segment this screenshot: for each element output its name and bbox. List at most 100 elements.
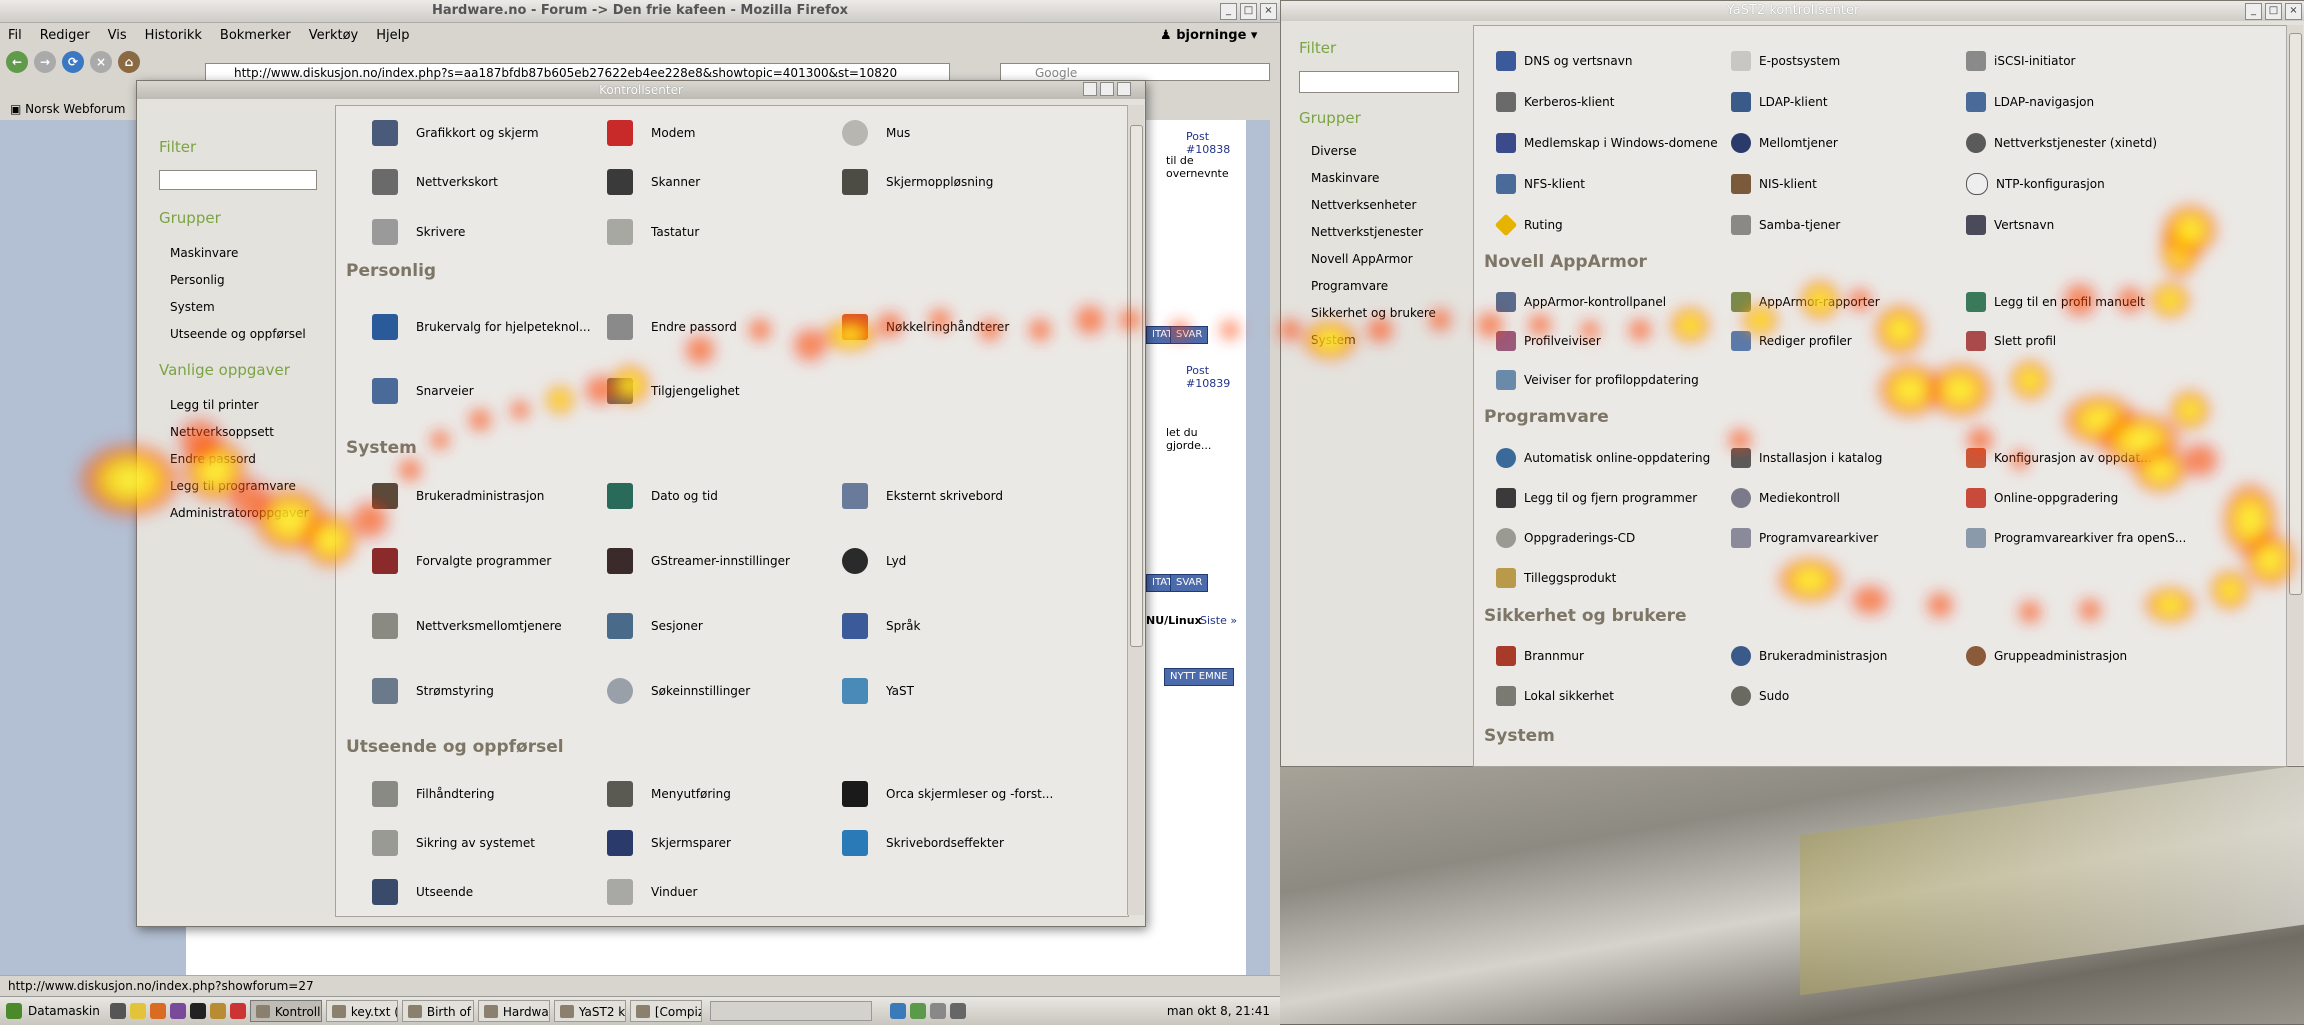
item-keyring[interactable]: Nøkkelringhåndterer (842, 313, 1009, 341)
back-icon[interactable]: ← (6, 51, 28, 73)
yast-group-programvare[interactable]: Programvare (1311, 279, 1388, 293)
task-add-printer[interactable]: Legg til printer (170, 398, 259, 412)
item-change-password[interactable]: Endre passord (607, 313, 737, 341)
minimize-button[interactable]: _ (2245, 3, 2262, 20)
yast-group-diverse[interactable]: Diverse (1311, 144, 1357, 158)
yast-item-hostname[interactable]: Vertsnavn (1966, 213, 2054, 237)
scrollbar-thumb[interactable] (2289, 33, 2302, 595)
maximize-button[interactable]: □ (2265, 3, 2282, 20)
item-accessibility[interactable]: Tilgjengelighet (607, 377, 740, 405)
item-screensaver[interactable]: Skjermsparer (607, 829, 731, 857)
item-date-time[interactable]: Dato og tid (607, 482, 718, 510)
reply-button-2[interactable]: SVAR (1170, 574, 1209, 592)
yast-item-profile-update[interactable]: Veiviser for profiloppdatering (1496, 368, 1699, 392)
item-search-settings[interactable]: Søkeinnstillinger (607, 677, 750, 705)
item-appearance[interactable]: Utseende (372, 878, 473, 906)
yast-item-opensuse-repos[interactable]: Programvarearkiver fra openS... (1966, 526, 2186, 550)
yast-item-sudo[interactable]: Sudo (1731, 684, 1789, 708)
kontrollsenter-scrollbar[interactable] (1127, 105, 1144, 915)
yast-item-iscsi[interactable]: iSCSI-initiator (1966, 49, 2075, 73)
maximize-button[interactable] (1100, 82, 1114, 96)
yast-group-nettverksenheter[interactable]: Nettverksenheter (1311, 198, 1416, 212)
menu-bokmerker[interactable]: Bokmerker (220, 28, 291, 43)
yast-item-nis[interactable]: NIS-klient (1731, 172, 1817, 196)
search-input[interactable]: Google (1000, 63, 1270, 81)
menu-vis[interactable]: Vis (108, 28, 127, 43)
terminal-icon[interactable] (109, 1003, 126, 1019)
item-language[interactable]: Språk (842, 612, 920, 640)
item-accessibility-prefs[interactable]: Brukervalg for hjelpeteknol... (372, 313, 591, 341)
minimize-button[interactable]: _ (1220, 3, 1237, 20)
item-network-card[interactable]: Nettverkskort (372, 168, 498, 196)
menu-hjelp[interactable]: Hjelp (376, 28, 409, 43)
item-user-admin[interactable]: Brukeradministrasjon (372, 482, 544, 510)
yast-item-update-config[interactable]: Konfigurasjon av oppdat... (1966, 446, 2152, 470)
menu-historikk[interactable]: Historikk (145, 28, 202, 43)
item-shortcuts[interactable]: Snarveier (372, 377, 474, 405)
stop-icon[interactable]: × (90, 51, 112, 73)
user-menu[interactable]: ♟ bjorninge ▾ (1160, 28, 1257, 43)
item-default-apps[interactable]: Forvalgte programmer (372, 547, 551, 575)
workspace-switcher[interactable] (709, 1001, 872, 1021)
yast-item-proxy[interactable]: Mellomtjener (1731, 131, 1838, 155)
task-add-software[interactable]: Legg til programvare (170, 479, 296, 493)
yast-item-apparmor-panel[interactable]: AppArmor-kontrollpanel (1496, 290, 1666, 314)
yast-item-local-security[interactable]: Lokal sikkerhet (1496, 684, 1614, 708)
filter-input[interactable] (159, 170, 317, 190)
item-sessions[interactable]: Sesjoner (607, 612, 703, 640)
item-menu[interactable]: Menyutføring (607, 780, 731, 808)
yast-item-auto-update[interactable]: Automatisk online-oppdatering (1496, 446, 1710, 470)
yast-item-ldap-nav[interactable]: LDAP-navigasjon (1966, 90, 2094, 114)
yast-scrollbar[interactable] (2286, 25, 2303, 765)
yast-item-media-check[interactable]: Mediekontroll (1731, 486, 1840, 510)
group-personlig[interactable]: Personlig (170, 273, 225, 287)
forward-icon[interactable]: → (34, 51, 56, 73)
group-system[interactable]: System (170, 300, 215, 314)
minimize-button[interactable] (1083, 82, 1097, 96)
yast-item-ldap-client[interactable]: LDAP-klient (1731, 90, 1828, 114)
item-windows[interactable]: Vinduer (607, 878, 697, 906)
yast-item-repositories[interactable]: Programvarearkiver (1731, 526, 1878, 550)
close-button[interactable] (1117, 82, 1131, 96)
item-remote-desktop[interactable]: Eksternt skrivebord (842, 482, 1003, 510)
yast-group-system[interactable]: System (1311, 333, 1356, 347)
item-modem[interactable]: Modem (607, 119, 695, 147)
reply-button-1[interactable]: SVAR (1170, 326, 1209, 344)
taskbar-item-birth[interactable]: Birth of t... (401, 1000, 474, 1022)
item-sound[interactable]: Lyd (842, 547, 906, 575)
yast-item-upgrade-cd[interactable]: Oppgraderings-CD (1496, 526, 1635, 550)
yast-item-add-profile[interactable]: Legg til en profil manuelt (1966, 290, 2145, 314)
messenger-icon[interactable] (169, 1003, 186, 1019)
group-utseende[interactable]: Utseende og oppførsel (170, 327, 306, 341)
group-maskinvare[interactable]: Maskinvare (170, 246, 238, 260)
clock[interactable]: man okt 8, 21:41 (1167, 1004, 1280, 1018)
post-number-1[interactable]: Post #10838 (1186, 130, 1246, 156)
yast-group-nettverkstjenester[interactable]: Nettverkstjenester (1311, 225, 1423, 239)
item-graphics[interactable]: Grafikkort og skjerm (372, 119, 539, 147)
taskbar-item-yast[interactable]: YaST2 k... (553, 1000, 626, 1022)
bookmark-norsk-webforum[interactable]: Norsk Webforum (25, 102, 125, 116)
menu-fil[interactable]: Fil (8, 28, 22, 43)
firefox-icon[interactable] (149, 1003, 166, 1019)
item-power[interactable]: Strømstyring (372, 677, 494, 705)
yast-item-ntp[interactable]: NTP-konfigurasjon (1966, 172, 2105, 196)
yast-item-windows-domain[interactable]: Medlemskap i Windows-domene (1496, 131, 1718, 155)
signal-icon[interactable] (929, 1003, 946, 1019)
close-button[interactable]: × (1260, 3, 1277, 20)
post-number-2[interactable]: Post #10839 (1186, 364, 1246, 390)
close-button[interactable]: × (2285, 3, 2302, 20)
yast-item-install-directory[interactable]: Installasjon i katalog (1731, 446, 1882, 470)
url-input[interactable]: http://www.diskusjon.no/index.php?s=aa18… (205, 63, 950, 81)
item-file-management[interactable]: Filhåndtering (372, 780, 494, 808)
yast-group-maskinvare[interactable]: Maskinvare (1311, 171, 1379, 185)
item-system-security[interactable]: Sikring av systemet (372, 829, 535, 857)
taskbar-item-kontrollsenter[interactable]: Kontrolls... (249, 1000, 322, 1022)
start-menu[interactable]: Datamaskin (0, 1003, 106, 1019)
yast-item-user-admin[interactable]: Brukeradministrasjon (1731, 644, 1887, 668)
yast-item-dns[interactable]: DNS og vertsnavn (1496, 49, 1632, 73)
reload-icon[interactable]: ⟳ (62, 51, 84, 73)
yast-item-apparmor-reports[interactable]: AppArmor-rapporter (1731, 290, 1880, 314)
yast-item-profile-wizard[interactable]: Profilveiviser (1496, 329, 1601, 353)
task-change-password[interactable]: Endre passord (170, 452, 256, 466)
yast-group-sikkerhet[interactable]: Sikkerhet og brukere (1311, 306, 1436, 320)
